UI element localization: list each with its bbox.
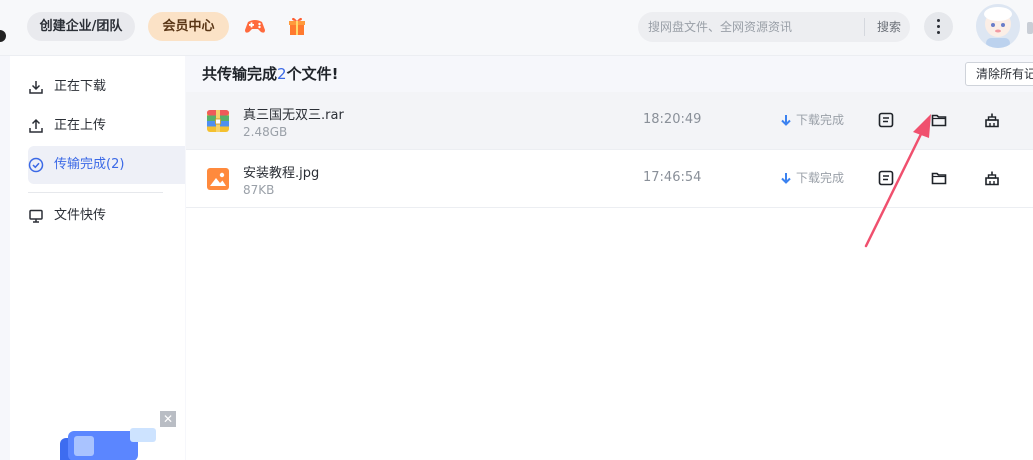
clean-record-icon[interactable] <box>983 169 1001 187</box>
file-name[interactable]: 真三国无双三.rar <box>243 104 344 123</box>
file-size: 2.48GB <box>243 125 288 139</box>
avatar[interactable] <box>976 4 1020 48</box>
check-circle-icon <box>28 157 44 173</box>
file-details-icon[interactable] <box>877 111 895 129</box>
summary-count: 2 <box>277 65 287 83</box>
upload-icon <box>29 118 43 133</box>
file-time: 18:20:49 <box>643 112 702 127</box>
clear-all-records-button[interactable]: 清除所有记录 <box>965 62 1033 86</box>
table-row[interactable]: 真三国无双三.rar 2.48GB 18:20:49 下载完成 <box>186 92 1033 150</box>
sidebar-item-label: 文件快传 <box>54 208 107 223</box>
search-button[interactable]: 搜索 <box>872 12 906 42</box>
clean-record-icon[interactable] <box>983 111 1001 129</box>
create-enterprise-button[interactable]: 创建企业/团队 <box>27 12 135 41</box>
gift-icon[interactable] <box>288 16 306 36</box>
download-complete-icon <box>781 115 791 126</box>
window-control-edge[interactable] <box>1027 22 1033 34</box>
table-row[interactable]: 安装教程.jpg 87KB 17:46:54 下载完成 <box>186 150 1033 208</box>
monitor-icon <box>29 209 43 223</box>
app-logo-edge <box>0 30 6 42</box>
gamepad-icon[interactable] <box>244 16 266 36</box>
transfer-summary-bar: 共传输完成2个文件! 清除所有记录 <box>186 56 1033 92</box>
download-icon <box>29 81 43 94</box>
open-folder-icon[interactable] <box>930 111 948 129</box>
search-divider <box>864 18 865 36</box>
more-dot-icon <box>937 19 940 22</box>
sidebar-item-uploading[interactable]: 正在上传 <box>28 107 185 145</box>
sidebar-item-label: 正在下载 <box>54 79 107 94</box>
top-bar: 创建企业/团队 会员中心 搜索 <box>0 0 1033 56</box>
sidebar-item-quick-transfer[interactable]: 文件快传 <box>28 197 185 235</box>
file-details-icon[interactable] <box>877 169 895 187</box>
sidebar-item-label: 正在上传 <box>54 118 107 133</box>
sidebar-divider <box>28 192 163 193</box>
more-menu-button[interactable] <box>924 12 953 41</box>
promo-close-button[interactable]: ✕ <box>160 411 176 427</box>
sidebar-item-downloading[interactable]: 正在下载 <box>28 68 185 106</box>
download-complete-icon <box>781 173 791 184</box>
file-size: 87KB <box>243 183 275 197</box>
open-folder-icon[interactable] <box>930 169 948 187</box>
sidebar: 正在下载 正在上传 传输完成(2) 文件快传 ✕ <box>10 56 185 460</box>
avatar-image <box>976 4 1020 48</box>
sidebar-item-completed[interactable]: 传输完成(2) <box>28 146 185 184</box>
sidebar-item-label: 传输完成(2) <box>54 157 125 172</box>
summary-prefix: 共传输完成 <box>202 65 278 83</box>
file-name[interactable]: 安装教程.jpg <box>243 162 319 181</box>
search-input[interactable] <box>648 12 858 42</box>
promo-banner-image[interactable] <box>50 426 160 460</box>
member-center-button[interactable]: 会员中心 <box>148 12 229 41</box>
image-file-icon <box>207 168 229 190</box>
file-time: 17:46:54 <box>643 170 702 185</box>
file-status: 下载完成 <box>796 113 845 127</box>
file-list: 真三国无双三.rar 2.48GB 18:20:49 下载完成 安装教程.jpg <box>186 92 1033 460</box>
more-dot-icon <box>937 25 940 28</box>
summary-suffix: 个文件! <box>286 65 339 83</box>
transfer-summary: 共传输完成2个文件! <box>202 56 338 92</box>
archive-file-icon <box>207 110 229 132</box>
file-status: 下载完成 <box>796 171 845 185</box>
more-dot-icon <box>937 31 940 34</box>
search-box: 搜索 <box>638 12 910 42</box>
